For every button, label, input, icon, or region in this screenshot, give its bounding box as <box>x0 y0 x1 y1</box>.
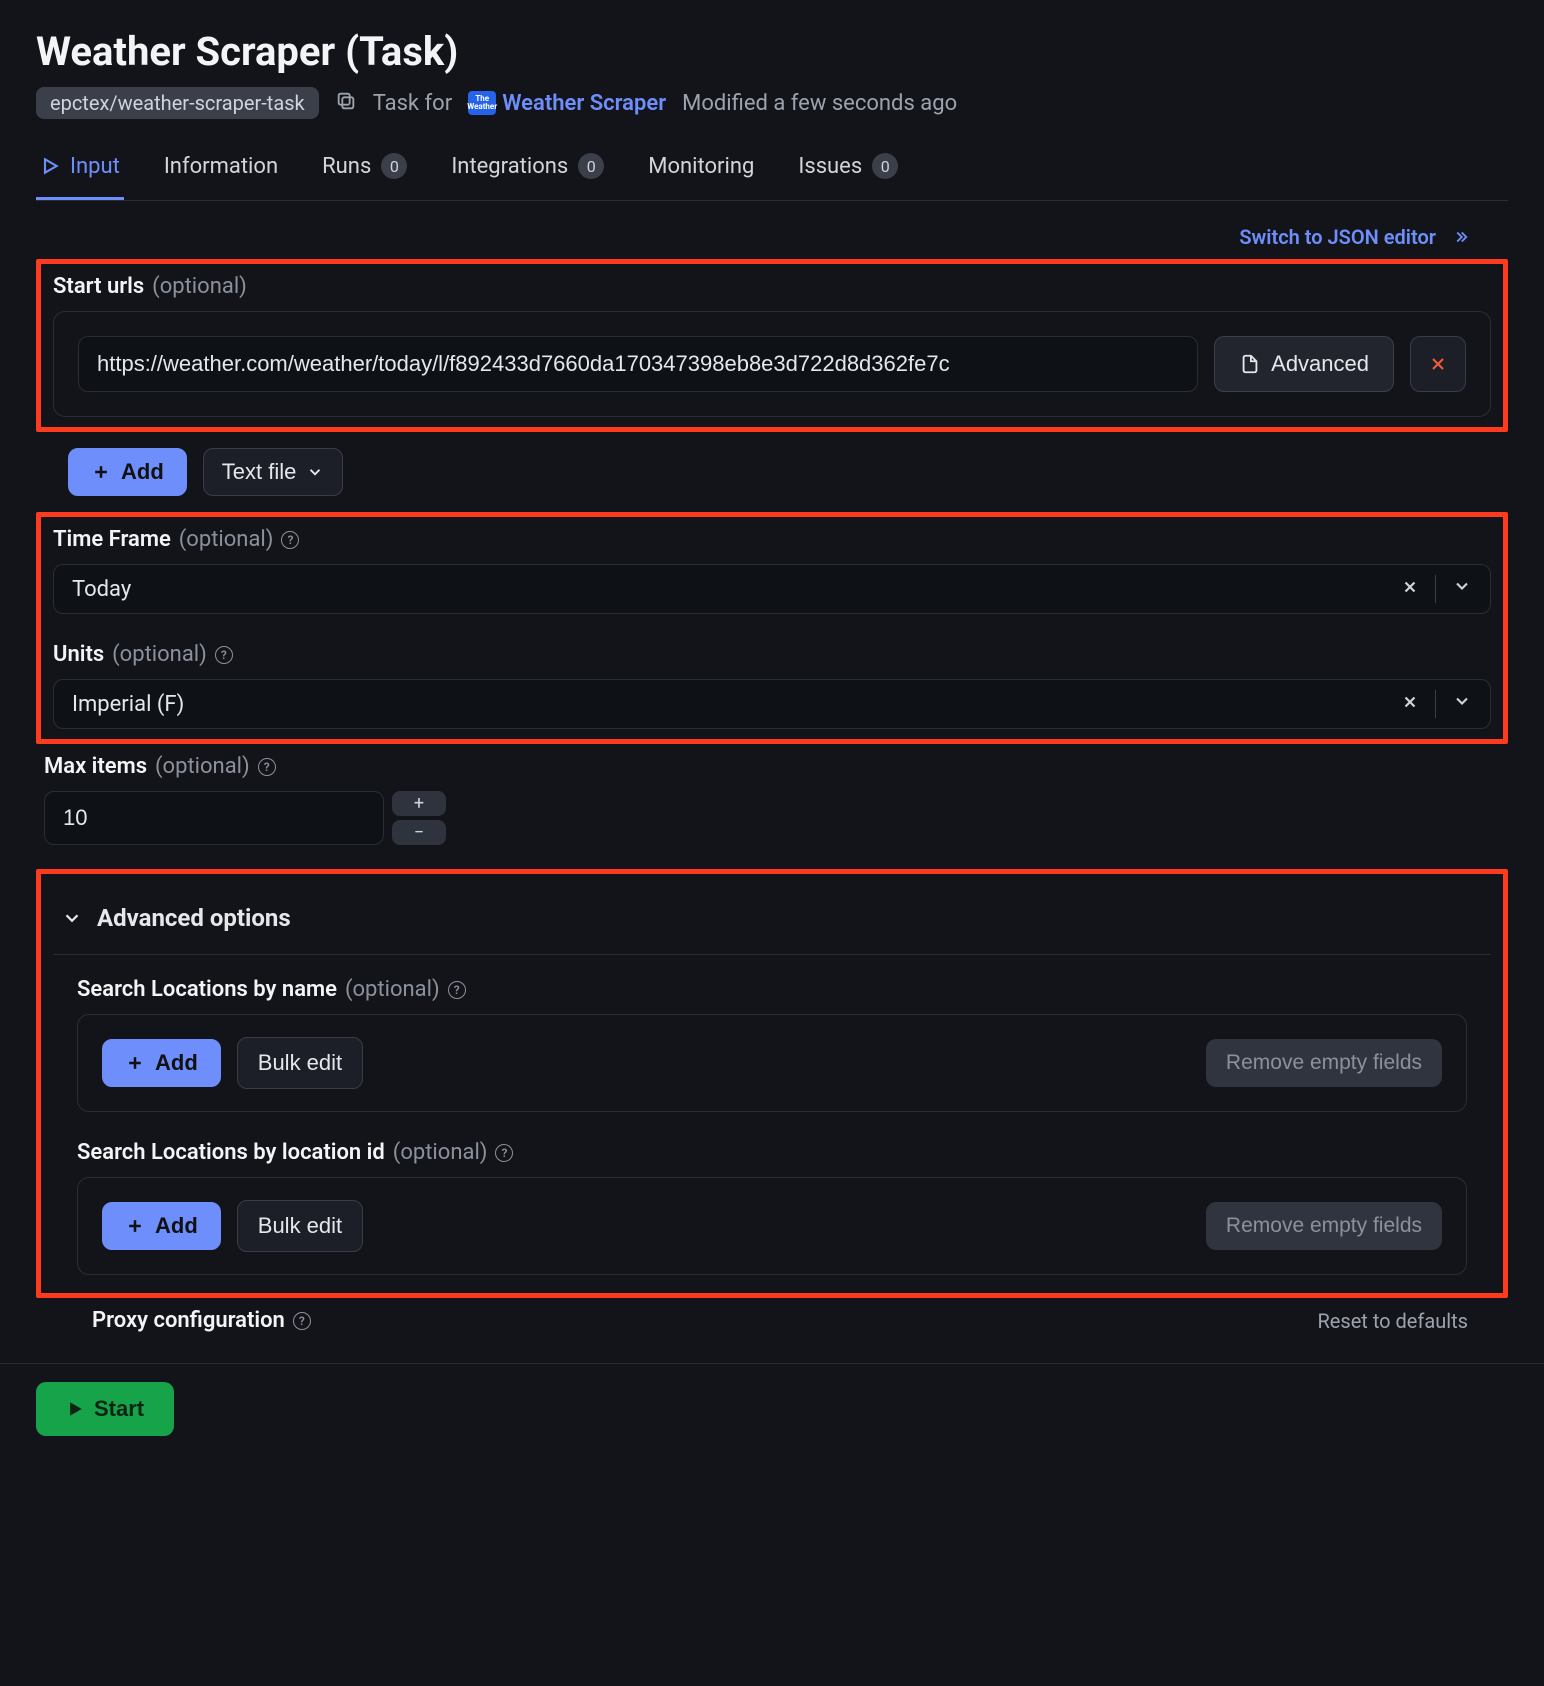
max-items-input[interactable] <box>44 791 384 845</box>
actor-link[interactable]: TheWeather Weather Scraper <box>468 91 666 116</box>
start-button[interactable]: Start <box>36 1382 174 1436</box>
search-id-label: Search Locations by location id <box>77 1140 385 1165</box>
actor-badge-icon: TheWeather <box>468 91 496 115</box>
help-icon[interactable]: ? <box>495 1144 513 1162</box>
help-icon[interactable]: ? <box>448 981 466 999</box>
tab-runs[interactable]: Runs 0 <box>318 143 411 200</box>
modified-text: Modified a few seconds ago <box>682 91 957 116</box>
units-label: Units <box>53 642 104 667</box>
optional-tag: (optional) <box>112 642 207 667</box>
remove-url-button[interactable] <box>1410 336 1466 392</box>
max-items-label: Max items <box>44 754 147 779</box>
clear-icon[interactable] <box>1401 692 1419 717</box>
proxy-config-label: Proxy configuration <box>92 1308 285 1333</box>
runs-count-badge: 0 <box>381 153 407 179</box>
add-search-id-button[interactable]: Add <box>102 1202 221 1250</box>
page-title: Weather Scraper (Task) <box>36 28 1508 75</box>
optional-tag: (optional) <box>152 274 247 299</box>
units-select[interactable]: Imperial (F) <box>53 679 1491 729</box>
help-icon[interactable]: ? <box>215 646 233 664</box>
remove-empty-id-button[interactable]: Remove empty fields <box>1206 1202 1442 1250</box>
advanced-options-toggle[interactable]: Advanced options <box>53 884 1491 955</box>
task-for-label: Task for <box>373 91 453 116</box>
add-url-button[interactable]: Add <box>68 448 187 496</box>
help-icon[interactable]: ? <box>258 758 276 776</box>
tab-issues[interactable]: Issues 0 <box>794 143 902 200</box>
issues-count-badge: 0 <box>872 153 898 179</box>
stepper-up[interactable]: + <box>392 791 446 816</box>
time-frame-select[interactable]: Today <box>53 564 1491 614</box>
optional-tag: (optional) <box>155 754 250 779</box>
start-url-input[interactable] <box>78 336 1198 392</box>
advanced-button[interactable]: Advanced <box>1214 336 1394 392</box>
chevron-down-icon[interactable] <box>1452 691 1472 717</box>
tab-integrations[interactable]: Integrations 0 <box>447 143 608 200</box>
bulk-edit-name-button[interactable]: Bulk edit <box>237 1037 363 1089</box>
tab-information[interactable]: Information <box>160 143 282 200</box>
bulk-edit-id-button[interactable]: Bulk edit <box>237 1200 363 1252</box>
optional-tag: (optional) <box>345 977 440 1002</box>
optional-tag: (optional) <box>179 527 274 552</box>
text-file-button[interactable]: Text file <box>203 448 344 496</box>
search-name-label: Search Locations by name <box>77 977 337 1002</box>
tab-input[interactable]: Input <box>36 143 124 200</box>
chevron-down-icon[interactable] <box>1452 576 1472 602</box>
time-frame-label: Time Frame <box>53 527 171 552</box>
switch-json-editor[interactable]: Switch to JSON editor <box>36 225 1508 249</box>
help-icon[interactable]: ? <box>293 1312 311 1330</box>
add-search-name-button[interactable]: Add <box>102 1039 221 1087</box>
stepper-down[interactable]: − <box>392 820 446 845</box>
optional-tag: (optional) <box>393 1140 488 1165</box>
remove-empty-name-button[interactable]: Remove empty fields <box>1206 1039 1442 1087</box>
help-icon[interactable]: ? <box>281 531 299 549</box>
task-slug-chip: epctex/weather-scraper-task <box>36 87 319 119</box>
integrations-count-badge: 0 <box>578 153 604 179</box>
copy-icon[interactable] <box>335 90 357 117</box>
reset-defaults-link[interactable]: Reset to defaults <box>1317 1309 1468 1333</box>
clear-icon[interactable] <box>1401 577 1419 602</box>
tab-monitoring[interactable]: Monitoring <box>644 143 758 200</box>
start-urls-label: Start urls <box>53 274 144 299</box>
